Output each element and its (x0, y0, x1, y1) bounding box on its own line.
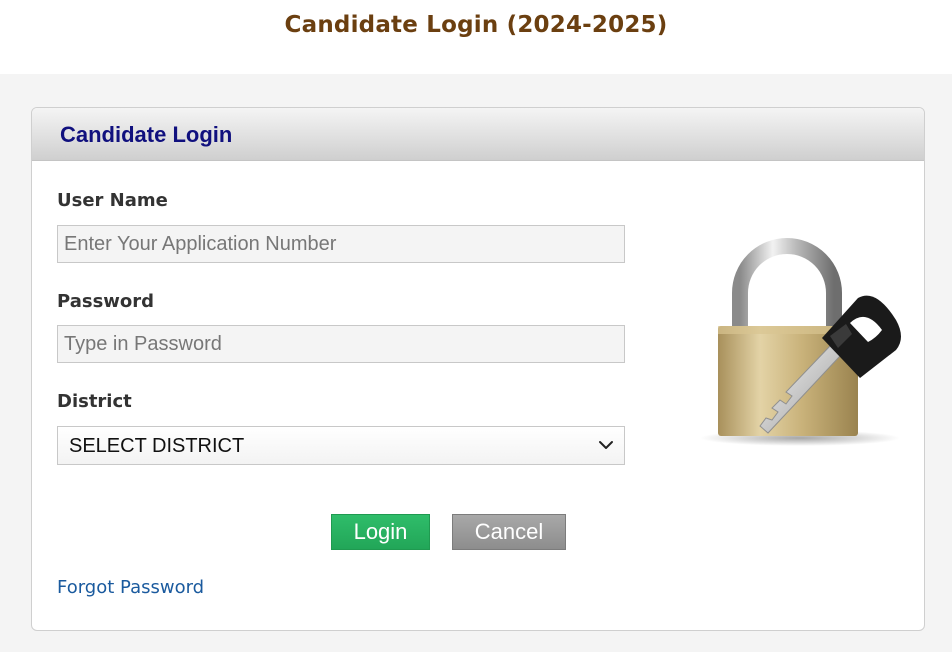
username-label: User Name (57, 190, 168, 211)
district-label: District (57, 391, 132, 412)
panel-header: Candidate Login (32, 108, 924, 161)
password-input[interactable] (57, 325, 625, 363)
cancel-button[interactable]: Cancel (452, 514, 566, 550)
login-button[interactable]: Login (331, 514, 430, 550)
login-panel: Candidate Login User Name Password Distr… (31, 107, 925, 631)
page-title: Candidate Login (2024-2025) (284, 12, 668, 38)
forgot-password-link[interactable]: Forgot Password (57, 577, 204, 598)
top-banner: Candidate Login (2024-2025) (0, 0, 952, 74)
district-select-value: SELECT DISTRICT (69, 435, 245, 457)
password-label: Password (57, 291, 155, 312)
chevron-down-icon (599, 441, 613, 449)
district-select[interactable]: SELECT DISTRICT (57, 426, 625, 465)
panel-title: Candidate Login (60, 122, 233, 147)
padlock-with-key-icon (700, 238, 901, 446)
username-input[interactable] (57, 225, 625, 263)
